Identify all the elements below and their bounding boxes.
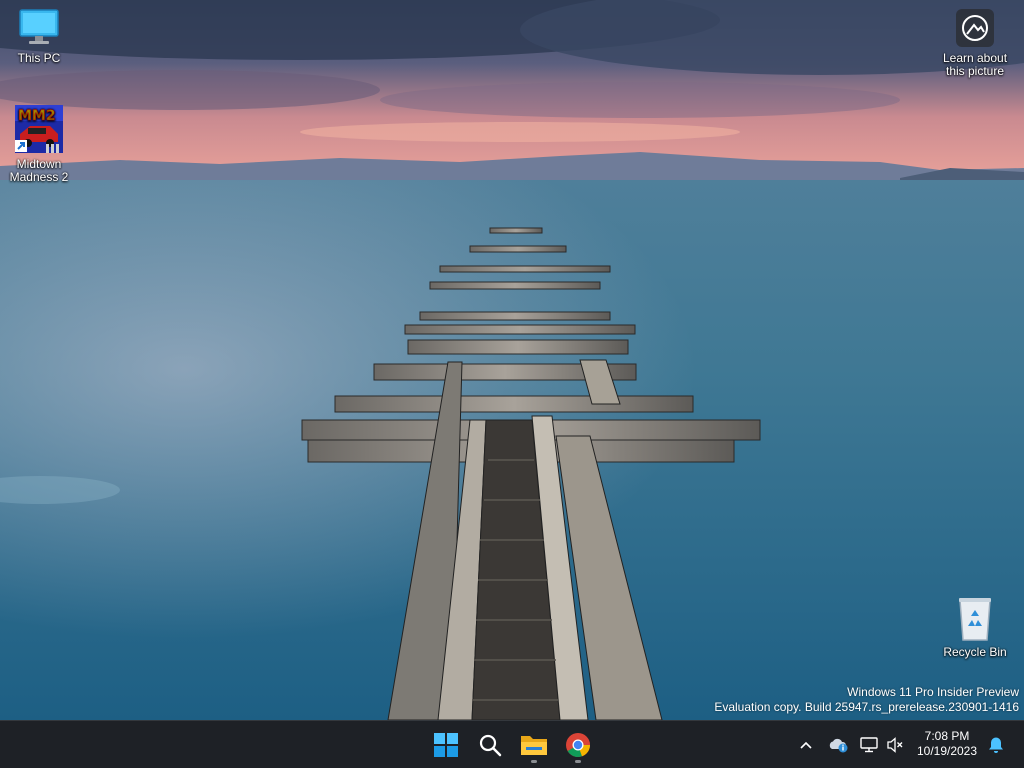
learn-about-this-picture-label: Learn about this picture	[942, 51, 1008, 78]
chevron-up-icon	[800, 741, 812, 749]
file-explorer-button[interactable]	[514, 725, 554, 765]
monitor-icon	[19, 9, 59, 44]
chrome-button[interactable]	[558, 725, 598, 765]
running-indicator	[575, 760, 581, 763]
chrome-icon	[566, 733, 590, 757]
midtown-madness-2-label: Midtown Madness 2	[9, 157, 69, 184]
learn-about-this-picture[interactable]: Learn about this picture	[935, 8, 1015, 78]
wallpaper	[0, 0, 1024, 720]
onedrive-cloud-icon	[829, 738, 848, 753]
mm2-logo-text: MM2	[18, 108, 56, 124]
recycle-bin-icon	[959, 598, 991, 641]
show-hidden-icons-button[interactable]	[796, 733, 816, 757]
this-pc-shortcut[interactable]: This PC	[0, 8, 78, 65]
volume-muted-icon	[887, 737, 903, 753]
network-tray-button[interactable]	[858, 733, 880, 757]
network-icon	[860, 737, 878, 753]
midtown-madness-2-shortcut[interactable]: MM2 Midtown Madness 2	[0, 104, 78, 184]
this-pc-label: This PC	[17, 51, 61, 65]
taskbar: 7:08 PM 10/19/2023	[0, 720, 1024, 768]
clock-time: 7:08 PM	[924, 729, 970, 743]
clock-date: 10/19/2023	[916, 744, 978, 758]
recycle-bin-shortcut[interactable]: Recycle Bin	[936, 596, 1014, 659]
running-indicator	[531, 760, 537, 763]
windows-logo-icon	[434, 733, 458, 757]
desktop[interactable]: This PC MM2 Midtown Madness 2 Learn abou…	[0, 0, 1024, 720]
search-button[interactable]	[470, 725, 510, 765]
windows-evaluation-watermark: Windows 11 Pro Insider Preview Evaluatio…	[714, 685, 1019, 715]
watermark-build: Evaluation copy. Build 25947.rs_prerelea…	[714, 700, 1019, 714]
clock[interactable]: 7:08 PM 10/19/2023	[912, 729, 982, 759]
spotlight-camera-icon	[956, 9, 994, 47]
recycle-bin-label: Recycle Bin	[943, 645, 1007, 659]
mm2-game-icon: MM2	[15, 105, 63, 153]
bell-icon	[989, 737, 1003, 753]
watermark-edition: Windows 11 Pro Insider Preview	[847, 685, 1019, 699]
notifications-button[interactable]	[986, 733, 1006, 757]
volume-tray-button[interactable]	[884, 733, 906, 757]
search-icon	[479, 734, 502, 757]
onedrive-tray-button[interactable]	[826, 733, 850, 757]
folder-icon	[521, 736, 547, 755]
start-button[interactable]	[426, 725, 466, 765]
